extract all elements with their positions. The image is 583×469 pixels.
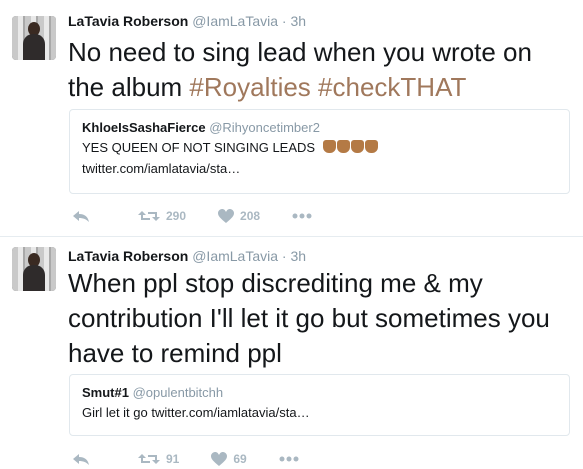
quoted-author-name: Smut#1 <box>82 385 129 400</box>
retweet-icon <box>138 211 160 221</box>
separator: · <box>281 13 287 29</box>
retweet-count: 290 <box>166 209 187 223</box>
quoted-text: Girl let it go twitter.com/iamlatavia/st… <box>82 405 310 420</box>
tweet-text: When ppl stop discrediting me & my contr… <box>68 268 550 368</box>
quoted-link: twitter.com/iamlatavia/sta… <box>82 161 241 177</box>
retweet-button[interactable]: 290 <box>138 209 186 223</box>
tweet: LaTavia Roberson @IamLaTavia · 3h When p… <box>0 237 583 466</box>
more-button[interactable] <box>279 456 299 462</box>
tweet-actions: 290 208 <box>72 206 344 226</box>
heart-icon <box>211 452 228 466</box>
hashtag-link[interactable]: #checkTHAT <box>318 72 466 102</box>
hashtag-link[interactable]: #Royalties <box>189 72 310 102</box>
timestamp[interactable]: 3h <box>290 13 306 29</box>
author-name[interactable]: LaTavia Roberson <box>68 248 188 264</box>
avatar[interactable] <box>12 16 56 60</box>
retweet-button[interactable]: 91 <box>138 452 179 466</box>
quoted-tweet[interactable]: Smut#1 @opulentbitchh Girl let it go twi… <box>69 374 570 436</box>
like-count: 69 <box>233 452 247 466</box>
tweet: LaTavia Roberson @IamLaTavia · 3h No nee… <box>0 0 583 237</box>
more-button[interactable] <box>292 213 312 219</box>
quoted-tweet[interactable]: KhloeIsSashaFierce @Rihyoncetimber2 YES … <box>69 109 570 194</box>
like-button[interactable]: 69 <box>211 452 247 466</box>
like-button[interactable]: 208 <box>218 209 260 223</box>
tweet-header: LaTavia Roberson @IamLaTavia · 3h <box>68 248 306 264</box>
tweet-text: No need to sing lead when you wrote on t… <box>68 35 573 105</box>
tweet-header: LaTavia Roberson @IamLaTavia · 3h <box>68 13 306 29</box>
timestamp[interactable]: 3h <box>290 248 306 264</box>
reply-button[interactable] <box>72 208 90 224</box>
author-handle[interactable]: @IamLaTavia <box>192 13 278 29</box>
retweet-count: 91 <box>166 452 180 466</box>
retweet-icon <box>138 454 160 464</box>
heart-icon <box>218 209 235 223</box>
tweet-actions: 91 69 <box>72 449 331 469</box>
separator: · <box>281 248 287 264</box>
more-icon <box>279 456 299 462</box>
more-icon <box>292 213 312 219</box>
reply-icon <box>73 211 89 222</box>
author-handle[interactable]: @IamLaTavia <box>192 248 278 264</box>
quoted-author-handle: @Rihyoncetimber2 <box>209 120 320 135</box>
quoted-author-handle: @opulentbitchh <box>132 385 224 400</box>
quoted-text: YES QUEEN OF NOT SINGING LEADS <box>82 140 316 155</box>
raised-hands-emoji <box>322 139 379 158</box>
avatar[interactable] <box>12 247 56 291</box>
quoted-author-name: KhloeIsSashaFierce <box>82 120 206 135</box>
author-name[interactable]: LaTavia Roberson <box>68 13 188 29</box>
like-count: 208 <box>240 209 261 223</box>
